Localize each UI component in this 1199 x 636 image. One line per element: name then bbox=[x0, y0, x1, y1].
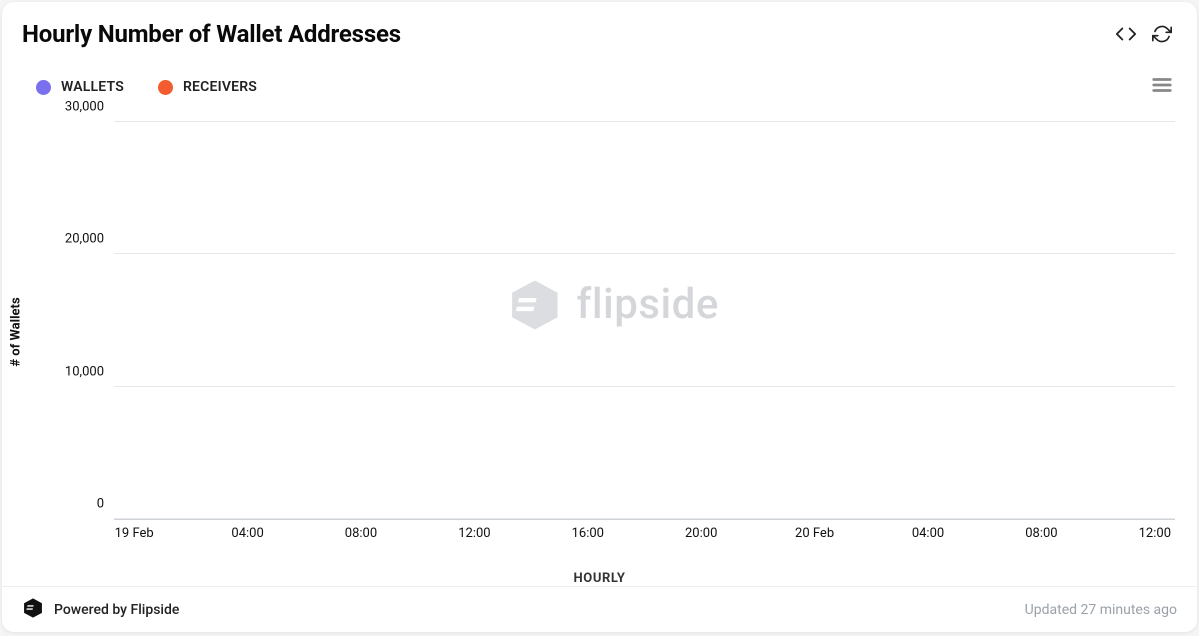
brand: Powered by Flipside bbox=[22, 597, 179, 623]
code-icon[interactable] bbox=[1115, 23, 1137, 45]
card-header: Hourly Number of Wallet Addresses bbox=[2, 2, 1197, 54]
x-axis-label: HOURLY bbox=[573, 571, 625, 586]
legend-label-wallets: WALLETS bbox=[61, 79, 124, 95]
chart-menu-icon[interactable] bbox=[1151, 76, 1173, 98]
x-tick-label: 08:00 bbox=[345, 526, 377, 541]
updated-text: Updated 27 minutes ago bbox=[1025, 602, 1177, 618]
x-tick-label: 04:00 bbox=[231, 526, 263, 541]
bars-container bbox=[114, 122, 1175, 519]
legend-dot-wallets bbox=[36, 80, 51, 95]
plot-area: flipside 010,00020,00030,000 bbox=[114, 122, 1175, 520]
x-tick-label: 19 Feb bbox=[115, 526, 154, 541]
x-tick-label: 08:00 bbox=[1025, 526, 1057, 541]
y-tick-label: 0 bbox=[97, 497, 114, 512]
legend-label-receivers: RECEIVERS bbox=[183, 79, 257, 95]
chart-card: Hourly Number of Wallet Addresses WALLET… bbox=[2, 2, 1197, 632]
grid-line bbox=[114, 386, 1175, 387]
x-tick-label: 20 Feb bbox=[795, 526, 834, 541]
x-tick-label: 04:00 bbox=[912, 526, 944, 541]
legend: WALLETS RECEIVERS bbox=[36, 79, 257, 95]
legend-row: WALLETS RECEIVERS bbox=[2, 54, 1197, 98]
refresh-icon[interactable] bbox=[1151, 23, 1173, 45]
x-tick-label: 12:00 bbox=[458, 526, 490, 541]
x-ticks: 19 Feb 04:00 08:00 12:00 16:00 20:00 20 Feb 04:… bbox=[114, 522, 1175, 544]
brand-text: Powered by Flipside bbox=[54, 602, 179, 618]
chart-title: Hourly Number of Wallet Addresses bbox=[22, 20, 401, 48]
chart-area: # of Wallets flipside 010,00020,00030,00… bbox=[22, 122, 1177, 542]
card-footer: Powered by Flipside Updated 27 minutes a… bbox=[2, 586, 1197, 632]
y-tick-label: 20,000 bbox=[65, 232, 114, 247]
legend-item-wallets[interactable]: WALLETS bbox=[36, 79, 124, 95]
x-tick-label: 12:00 bbox=[1139, 526, 1171, 541]
grid-line bbox=[114, 121, 1175, 122]
y-tick-label: 10,000 bbox=[65, 364, 114, 379]
grid-line bbox=[114, 253, 1175, 254]
flipside-logo-icon bbox=[22, 597, 44, 623]
legend-dot-receivers bbox=[158, 80, 173, 95]
x-tick-label: 20:00 bbox=[685, 526, 717, 541]
y-axis-label: # of Wallets bbox=[9, 297, 24, 366]
grid-line bbox=[114, 518, 1175, 519]
header-actions bbox=[1115, 23, 1173, 45]
x-tick-label: 16:00 bbox=[572, 526, 604, 541]
legend-item-receivers[interactable]: RECEIVERS bbox=[158, 79, 257, 95]
y-tick-label: 30,000 bbox=[65, 100, 114, 115]
